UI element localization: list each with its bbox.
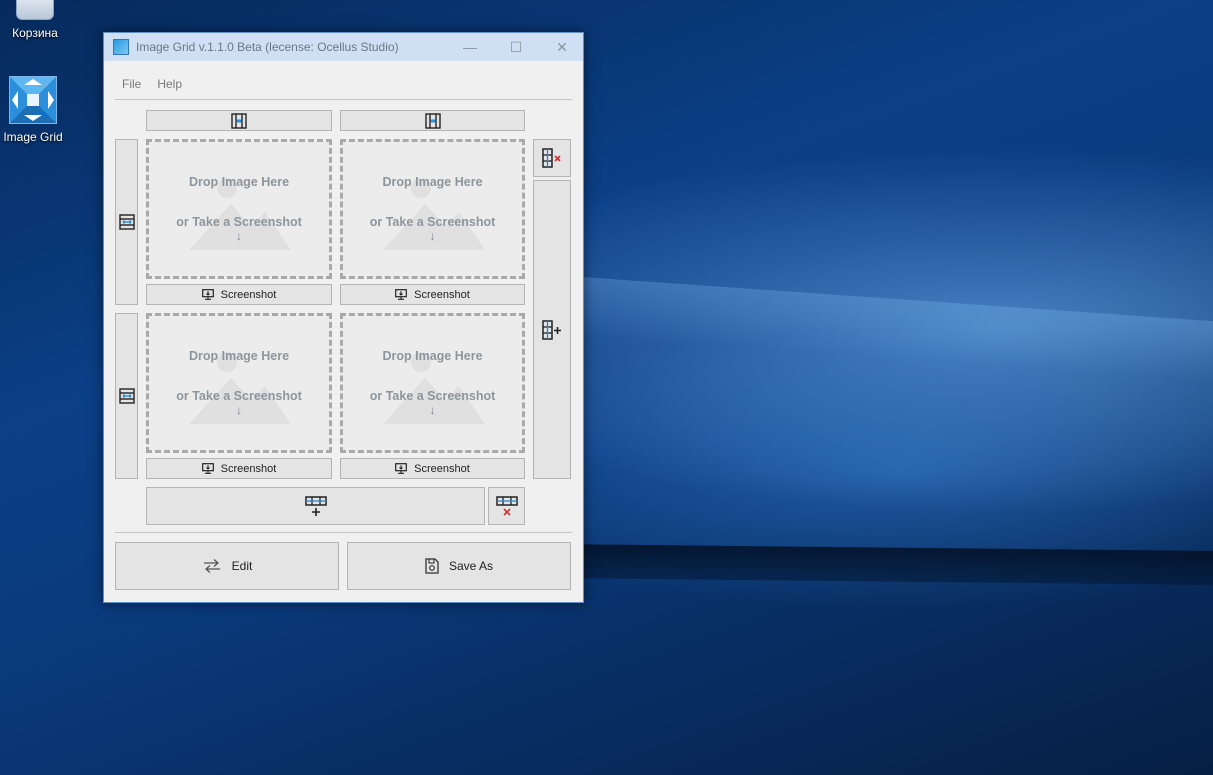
image-grid-app-icon	[9, 76, 57, 124]
remove-row-button[interactable]	[488, 487, 525, 525]
desktop-light-beam	[560, 275, 1213, 385]
menu-bar: File Help	[122, 77, 182, 91]
screenshot-hint-text: or Take a Screenshot	[369, 215, 496, 229]
drop-hint-text: Drop Image Here	[188, 175, 290, 189]
edit-button[interactable]: Edit	[115, 542, 339, 590]
window-title: Image Grid v.1.1.0 Beta (lecense: Ocellu…	[136, 40, 399, 54]
monitor-icon	[201, 463, 214, 474]
image-drop-zone-3[interactable]: Drop Image Here or Take a Screenshot ↓	[146, 313, 332, 453]
menu-file[interactable]: File	[122, 77, 141, 91]
row-resize-icon	[118, 388, 135, 404]
add-column-icon	[542, 319, 561, 340]
desktop-icon-label: Image Grid	[3, 130, 63, 144]
title-bar[interactable]: Image Grid v.1.1.0 Beta (lecense: Ocellu…	[104, 33, 583, 61]
monitor-icon	[395, 463, 408, 474]
column-resize-button-2[interactable]	[340, 110, 525, 131]
drop-hint-text: Drop Image Here	[382, 349, 483, 363]
row-resize-button-1[interactable]	[115, 139, 138, 305]
arrow-down-icon: ↓	[429, 229, 436, 243]
column-resize-icon	[231, 112, 247, 129]
swap-arrows-icon	[203, 559, 220, 573]
screenshot-hint-text: or Take a Screenshot	[369, 389, 496, 403]
arrow-down-icon: ↓	[236, 229, 242, 243]
row-resize-button-2[interactable]	[115, 313, 138, 479]
screenshot-button-3[interactable]: Screenshot	[146, 458, 332, 479]
close-button[interactable]: ✕	[539, 33, 585, 61]
screenshot-button-label: Screenshot	[414, 288, 470, 301]
arrow-down-icon: ↓	[429, 403, 436, 417]
image-drop-zone-1[interactable]: Drop Image Here or Take a Screenshot ↓	[146, 139, 332, 279]
screenshot-hint-text: or Take a Screenshot	[176, 215, 302, 229]
footer-separator	[115, 532, 572, 533]
app-title-icon	[113, 39, 129, 55]
column-resize-button-1[interactable]	[146, 110, 332, 131]
desktop-icon-recycle-bin[interactable]: Корзина	[0, 0, 70, 40]
add-row-icon	[304, 496, 327, 516]
column-resize-icon	[424, 112, 441, 129]
screenshot-button-label: Screenshot	[220, 462, 277, 475]
app-window: Image Grid v.1.1.0 Beta (lecense: Ocellu…	[103, 32, 584, 603]
drop-hint-text: Drop Image Here	[382, 175, 483, 189]
monitor-icon	[395, 289, 408, 300]
edit-button-label: Edit	[231, 559, 253, 573]
screenshot-button-4[interactable]: Screenshot	[340, 458, 525, 479]
row-resize-icon	[118, 214, 135, 230]
add-column-button[interactable]	[533, 180, 571, 479]
monitor-icon	[201, 289, 214, 300]
save-as-button-label: Save As	[448, 559, 494, 573]
screenshot-button-label: Screenshot	[414, 462, 470, 475]
image-drop-zone-2[interactable]: Drop Image Here or Take a Screenshot ↓	[340, 139, 525, 279]
menu-help[interactable]: Help	[157, 77, 182, 91]
screenshot-hint-text: or Take a Screenshot	[176, 389, 302, 403]
maximize-button[interactable]: ☐	[493, 33, 539, 61]
drop-hint-text: Drop Image Here	[188, 349, 290, 363]
screenshot-button-1[interactable]: Screenshot	[146, 284, 332, 305]
desktop-dark-beam	[580, 544, 1213, 586]
save-disk-icon	[425, 558, 439, 574]
minimize-button[interactable]: —	[447, 33, 493, 61]
screenshot-button-label: Screenshot	[220, 288, 277, 301]
save-as-button[interactable]: Save As	[347, 542, 571, 590]
remove-column-button[interactable]	[533, 139, 571, 177]
arrow-down-icon: ↓	[236, 403, 242, 417]
screenshot-button-2[interactable]: Screenshot	[340, 284, 525, 305]
recycle-bin-icon	[16, 0, 54, 20]
image-drop-zone-4[interactable]: Drop Image Here or Take a Screenshot ↓	[340, 313, 525, 453]
add-row-button[interactable]	[146, 487, 485, 525]
remove-row-icon	[495, 496, 518, 516]
remove-column-icon	[542, 148, 561, 168]
desktop-icon-label: Корзина	[12, 26, 58, 40]
menu-separator	[115, 99, 572, 100]
desktop-icon-image-grid[interactable]: Image Grid	[0, 76, 68, 144]
